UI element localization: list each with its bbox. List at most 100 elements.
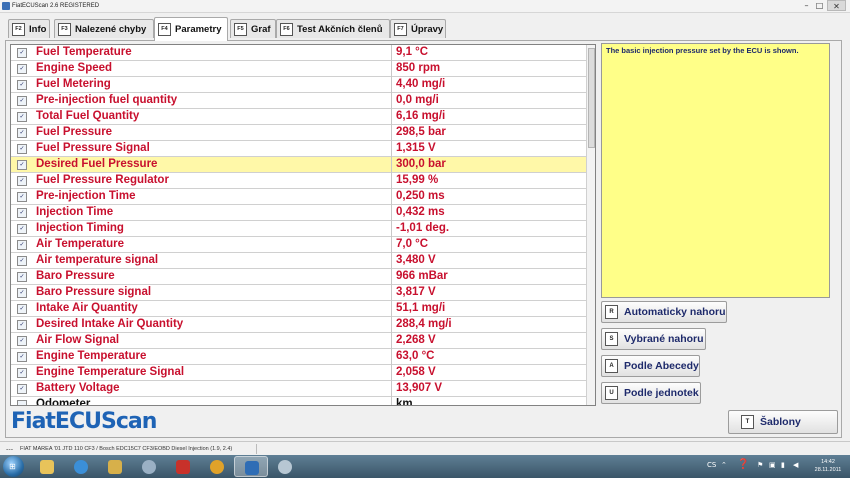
sort-alphabetical-button[interactable]: A Podle Abecedy [601,355,700,377]
checkbox[interactable]: ✓ [17,48,27,58]
parameter-row[interactable]: ✓ Engine Temperature Signal 2,058 V [11,365,586,381]
scrollbar-thumb[interactable] [588,48,595,148]
tab-parametry[interactable]: F4 Parametry [154,17,228,41]
window-title: FiatECUScan 2.6 REGISTERED [12,3,100,9]
taskbar-app-fiatecuscan[interactable] [234,456,268,477]
parameter-value: -1,01 deg. [396,222,450,234]
checkbox[interactable]: ✓ [17,80,27,90]
parameter-row[interactable]: ✓ Pre-injection fuel quantity 0,0 mg/i [11,93,586,109]
checkbox[interactable]: ✓ [17,320,27,330]
parameter-row[interactable]: ✓ Engine Speed 850 rpm [11,61,586,77]
checkbox[interactable]: ✓ [17,224,27,234]
parameter-name: Total Fuel Quantity [36,110,140,122]
taskbar-app-folder[interactable] [98,456,132,477]
tray-app-icon[interactable]: ▣ [769,461,776,469]
parameter-row[interactable]: ✓ Total Fuel Quantity 6,16 mg/i [11,109,586,125]
status-divider [256,444,257,454]
checkbox[interactable]: ✓ [17,288,27,298]
parameter-value: 2,268 V [396,334,436,346]
column-divider [391,253,392,269]
tab-info[interactable]: F2 Info [8,19,50,38]
taskbar-app-ie[interactable] [64,456,98,477]
minimize-button[interactable]: – [800,0,813,11]
checkbox[interactable] [17,400,27,405]
close-button[interactable]: ✕ [827,0,846,11]
tab-label: Info [29,23,47,35]
checkbox[interactable]: ✓ [17,336,27,346]
flag-icon[interactable]: ⚑ [757,461,763,469]
parameter-row[interactable]: ✓ Baro Pressure signal 3,817 V [11,285,586,301]
checkbox[interactable]: ✓ [17,112,27,122]
parameter-value: 966 mBar [396,270,448,282]
parameter-row[interactable]: ✓ Air temperature signal 3,480 V [11,253,586,269]
column-divider [391,93,392,109]
parameter-name: Engine Temperature Signal [36,366,185,378]
parameter-list[interactable]: ✓ Fuel Temperature 9,1 °C ✓ Engine Speed… [10,44,596,406]
parameter-row[interactable]: ✓ Fuel Pressure 298,5 bar [11,125,586,141]
parameter-row[interactable]: ✓ Desired Intake Air Quantity 288,4 mg/i [11,317,586,333]
parameter-row[interactable]: ✓ Injection Time 0,432 ms [11,205,586,221]
checkbox[interactable]: ✓ [17,240,27,250]
sort-by-units-button[interactable]: U Podle jednotek [601,382,701,404]
checkbox[interactable]: ✓ [17,304,27,314]
tab-label: Graf [251,23,271,35]
parameter-row[interactable]: ✓ Battery Voltage 13,907 V [11,381,586,397]
parameter-name: Pre-injection Time [36,190,136,202]
checkbox[interactable]: ✓ [17,176,27,186]
parameter-name: Desired Intake Air Quantity [36,318,184,330]
templates-button[interactable]: T Šablony [728,410,838,434]
tray-expand-icon[interactable]: ⌃ [721,461,727,469]
parameter-row[interactable]: ✓ Fuel Pressure Regulator 15,99 % [11,173,586,189]
system-clock[interactable]: 14:42 28.11.2011 [812,458,844,474]
button-label: Automaticky nahoru [624,306,726,318]
checkbox[interactable]: ✓ [17,144,27,154]
clock-date: 28.11.2011 [814,467,842,473]
checkbox[interactable]: ✓ [17,384,27,394]
start-button[interactable]: ⊞ [3,456,24,477]
sort-selected-top-button[interactable]: S Vybrané nahoru [601,328,706,350]
taskbar-app-disc[interactable] [268,456,302,477]
taskbar-app-media[interactable] [132,456,166,477]
parameter-row[interactable]: ✓ Intake Air Quantity 51,1 mg/i [11,301,586,317]
checkbox[interactable]: ✓ [17,160,27,170]
checkbox[interactable]: ✓ [17,272,27,282]
tab-nalezene-chyby[interactable]: F3 Nalezené chyby [54,19,154,38]
tab-key: F7 [394,22,407,36]
checkbox[interactable]: ✓ [17,352,27,362]
parameter-row[interactable]: ✓ Air Flow Signal 2,268 V [11,333,586,349]
checkbox[interactable]: ✓ [17,128,27,138]
parameter-row[interactable]: ✓ Pre-injection Time 0,250 ms [11,189,586,205]
parameter-row-selected[interactable]: ✓ Desired Fuel Pressure 300,0 bar [11,157,586,173]
volume-icon[interactable]: ◀ [793,461,798,469]
help-icon[interactable]: ❓ [737,459,749,470]
parameter-row[interactable]: ✓ Engine Temperature 63,0 °C [11,349,586,365]
parameter-row[interactable]: ✓ Fuel Pressure Signal 1,315 V [11,141,586,157]
network-icon[interactable]: ▮ [781,461,785,469]
parameter-row[interactable]: ✓ Air Temperature 7,0 °C [11,237,586,253]
checkbox[interactable]: ✓ [17,96,27,106]
checkbox[interactable]: ✓ [17,192,27,202]
checkbox[interactable]: ✓ [17,256,27,266]
tab-test-akcnich-clenu[interactable]: F6 Test Akčních členů [276,19,390,38]
vertical-scrollbar[interactable] [586,45,595,405]
checkbox[interactable]: ✓ [17,64,27,74]
parameter-row[interactable]: Odometer km [11,397,586,406]
checkbox[interactable]: ✓ [17,368,27,378]
tab-graf[interactable]: F5 Graf [230,19,276,38]
taskbar-app-pdf[interactable] [166,456,200,477]
parameter-row[interactable]: ✓ Fuel Metering 4,40 mg/i [11,77,586,93]
description-panel: The basic injection pressure set by the … [601,43,830,298]
taskbar-app-explorer[interactable] [30,456,64,477]
sort-auto-top-button[interactable]: R Automaticky nahoru [601,301,727,323]
checkbox[interactable]: ✓ [17,208,27,218]
parameter-row[interactable]: ✓ Injection Timing -1,01 deg. [11,221,586,237]
parameter-row[interactable]: ✓ Fuel Temperature 9,1 °C [11,45,586,61]
parameter-name: Odometer [36,398,91,406]
tab-upravy[interactable]: F7 Úpravy [390,19,446,38]
fiatecuscan-logo: FiatECUScan [11,409,157,434]
parameter-row[interactable]: ✓ Baro Pressure 966 mBar [11,269,586,285]
column-divider [391,301,392,317]
maximize-button[interactable]: □ [813,0,826,11]
language-indicator[interactable]: CS [707,461,716,469]
taskbar-app-flower[interactable] [200,456,234,477]
